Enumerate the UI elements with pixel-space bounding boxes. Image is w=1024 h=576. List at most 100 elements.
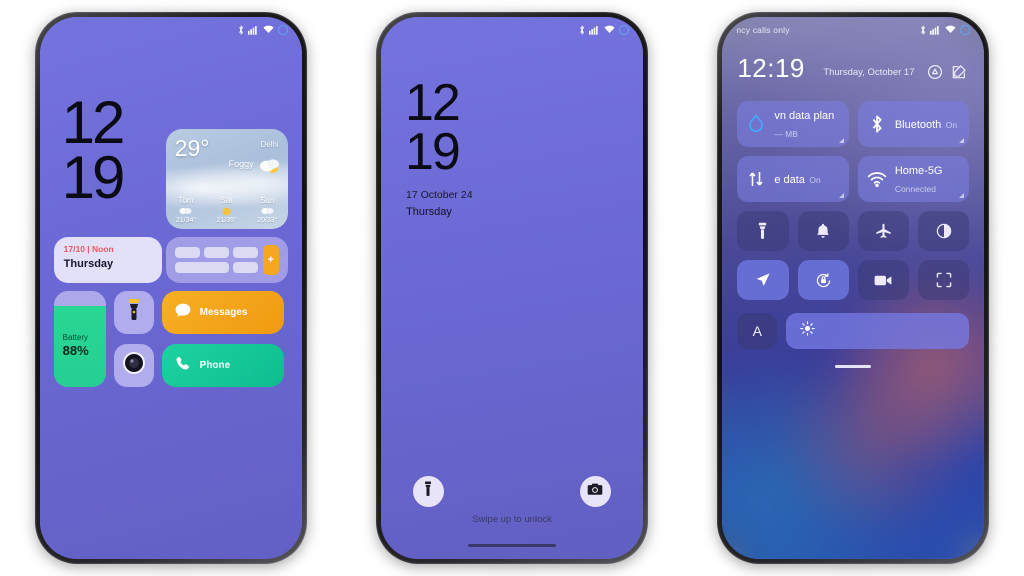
wifi-icon <box>263 25 274 34</box>
unlock-hint: Swipe up to unlock <box>472 514 552 525</box>
expand-corner-icon[interactable] <box>838 193 844 198</box>
bluetooth-title: Bluetooth <box>894 119 942 131</box>
weather-temperature: 29° <box>174 135 210 161</box>
flashlight-shortcut[interactable] <box>412 476 444 507</box>
bluetooth-icon <box>920 25 926 35</box>
message-bubble-icon <box>174 302 192 323</box>
wifi-tile[interactable]: Home-5G Connected <box>857 156 970 202</box>
dark-mode-toggle[interactable] <box>918 211 970 251</box>
bluetooth-tile[interactable]: Bluetooth On <box>857 101 970 147</box>
calc-key[interactable] <box>232 247 258 258</box>
brightness-slider[interactable] <box>786 313 970 349</box>
phone-bezel: 12 19 17 October 24 Thursday Swipe up to… <box>375 12 648 564</box>
wifi-icon <box>867 169 887 189</box>
data-plan-subtitle: — MB <box>774 129 798 139</box>
clock-hours: 12 <box>404 74 461 132</box>
forecast-day-name: Tom <box>178 196 194 205</box>
data-drop-icon <box>746 114 766 134</box>
wifi-icon <box>604 25 615 34</box>
calc-key-wide[interactable] <box>174 262 229 273</box>
home-indicator[interactable] <box>467 544 556 547</box>
forecast-day: Tom 21/34° <box>166 196 207 224</box>
expand-corner-icon[interactable] <box>959 138 965 143</box>
forecast-range: 21/35° <box>216 217 237 224</box>
phone-tile[interactable]: Phone <box>161 344 284 387</box>
flashlight-icon <box>423 481 433 502</box>
home-indicator[interactable] <box>835 365 872 368</box>
camera-shortcut[interactable] <box>113 344 154 387</box>
wifi-subtitle: Connected <box>894 184 936 194</box>
calc-plus-key[interactable]: + <box>262 245 279 275</box>
calc-key[interactable] <box>232 262 258 273</box>
calendar-weekday: Thursday <box>63 258 114 270</box>
calendar-widget[interactable]: 17/10 | Noon Thursday <box>53 237 162 283</box>
edit-icon[interactable] <box>951 64 967 80</box>
mobile-data-title: e data <box>774 174 805 186</box>
camera-lens-icon <box>122 351 146 380</box>
bluetooth-icon <box>238 25 244 35</box>
phone-lock-screen: 12 19 17 October 24 Thursday Swipe up to… <box>369 6 654 570</box>
control-center-big-tiles: vn data plan — MB Bluetooth On e data On… <box>737 101 970 202</box>
data-plan-tile[interactable]: vn data plan — MB <box>737 101 849 147</box>
airplane-mode-toggle[interactable] <box>857 211 910 251</box>
messages-tile[interactable]: Messages <box>161 291 284 334</box>
settings-icon[interactable] <box>927 64 943 80</box>
expand-corner-icon[interactable] <box>959 193 965 198</box>
camera-icon <box>587 482 603 501</box>
carrier-label: ncy calls only <box>736 24 790 35</box>
flashlight-icon <box>126 298 142 327</box>
calculator-widget[interactable]: + <box>165 237 288 283</box>
scanner-toggle[interactable] <box>918 260 970 300</box>
home-clock: 12 19 <box>61 89 126 212</box>
control-center-bottom-row: A <box>737 313 970 349</box>
phone-home-screen: 12 19 29° Delhi Foggy Tom 21/34° Sat 21/… <box>28 6 313 570</box>
data-plan-title: vn data plan <box>774 110 835 122</box>
sun-cloud-icon <box>256 155 282 177</box>
calc-key[interactable] <box>174 247 200 258</box>
weather-condition: Foggy <box>228 159 254 169</box>
forecast-day: Sat 21/35° <box>206 196 247 224</box>
fog-icon <box>166 205 207 217</box>
weather-widget[interactable]: 29° Delhi Foggy Tom 21/34° Sat 21/35° Su… <box>165 129 288 229</box>
auto-brightness-button[interactable]: A <box>737 313 778 349</box>
signal-icon <box>588 25 600 35</box>
camera-shortcut[interactable] <box>579 476 611 507</box>
flashlight-shortcut[interactable] <box>113 291 154 334</box>
battery-icon <box>960 24 971 35</box>
rotation-lock-toggle[interactable] <box>797 260 849 300</box>
mobile-data-subtitle: On <box>809 175 821 185</box>
battery-widget[interactable]: Battery 88% <box>53 291 106 387</box>
lock-screen: 12 19 17 October 24 Thursday Swipe up to… <box>380 17 643 559</box>
weather-forecast: Tom 21/34° Sat 21/35° Sun 20/33° <box>166 196 288 224</box>
phone-control-center: ncy calls only 12:19 Thursday, October 1… <box>711 6 996 570</box>
expand-corner-icon[interactable] <box>838 138 844 143</box>
calc-key[interactable] <box>203 247 229 258</box>
control-center-screen: ncy calls only 12:19 Thursday, October 1… <box>722 17 985 559</box>
sunny-icon <box>206 205 247 217</box>
screen-recorder-toggle[interactable] <box>857 260 910 300</box>
header-date: Thursday, October 17 <box>823 67 915 78</box>
control-center-small-tiles <box>737 211 970 300</box>
flashlight-toggle[interactable] <box>737 211 789 251</box>
calendar-date-label: 17/10 | Noon <box>63 244 114 254</box>
ringer-toggle[interactable] <box>797 211 849 251</box>
clock-minutes: 19 <box>61 144 126 212</box>
mobile-data-tile[interactable]: e data On <box>737 156 849 202</box>
battery-icon <box>618 24 629 35</box>
fog-icon <box>247 205 288 217</box>
forecast-day: Sun 20/33° <box>247 196 288 224</box>
location-toggle[interactable] <box>737 260 789 300</box>
status-bar-home <box>40 17 302 39</box>
brightness-icon <box>800 321 816 341</box>
calculator-keys <box>174 247 258 273</box>
forecast-range: 21/34° <box>175 217 197 224</box>
status-bar-lock <box>381 17 643 39</box>
battery-label: Battery <box>62 333 88 342</box>
phone-label: Phone <box>199 360 231 371</box>
forecast-day-name: Sat <box>220 196 233 205</box>
wifi-title: Home-5G <box>894 165 943 177</box>
wifi-icon <box>945 25 956 34</box>
weather-city: Delhi <box>260 140 279 149</box>
clock-hours: 12 <box>61 89 126 156</box>
forecast-range: 20/33° <box>257 217 278 224</box>
